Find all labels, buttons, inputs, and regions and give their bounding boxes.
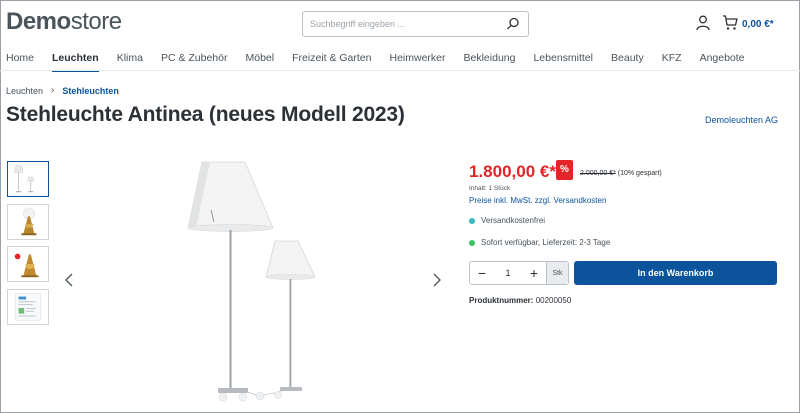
thumbnail-datasheet[interactable] xyxy=(7,289,49,325)
content-info: Inhalt: 1 Stück xyxy=(469,185,511,192)
product-number-value: 00200050 xyxy=(535,296,572,305)
search-input[interactable] xyxy=(303,12,493,36)
main-navigation: Home Leuchten Klima PC & Zubehör Möbel F… xyxy=(6,52,763,72)
breadcrumb-item-leuchten[interactable]: Leuchten xyxy=(6,86,43,96)
discount-badge: % xyxy=(556,160,573,180)
shipping-free-status: Versandkostenfrei xyxy=(469,216,545,225)
gallery-next-arrow-icon[interactable] xyxy=(432,272,442,288)
add-to-cart-button[interactable]: In den Warenkorb xyxy=(574,261,777,285)
product-number-label: Produktnummer: xyxy=(469,296,534,305)
nav-item-heimwerker[interactable]: Heimwerker xyxy=(389,52,445,72)
shipping-free-label: Versandkostenfrei xyxy=(481,216,546,225)
minus-icon[interactable]: − xyxy=(470,262,494,284)
manufacturer-link[interactable]: Demoleuchten AG xyxy=(705,115,778,125)
nav-item-angebote[interactable]: Angebote xyxy=(700,52,745,72)
nav-item-pc-zubehoer[interactable]: PC & Zubehör xyxy=(161,52,228,72)
product-title: Stehleuchte Antinea (neues Modell 2023) xyxy=(6,103,405,126)
breadcrumb-item-current[interactable]: Stehleuchten xyxy=(62,86,119,96)
nav-item-klima[interactable]: Klima xyxy=(117,52,143,72)
cart-icon[interactable] xyxy=(722,14,738,31)
nav-item-beauty[interactable]: Beauty xyxy=(611,52,644,72)
nav-item-lebensmittel[interactable]: Lebensmittel xyxy=(533,52,593,72)
plus-icon[interactable]: + xyxy=(522,262,546,284)
gallery-prev-arrow-icon[interactable] xyxy=(64,272,74,288)
search-icon[interactable] xyxy=(506,17,520,31)
chevron-right-icon: › xyxy=(51,85,55,96)
availability-status: Sofort verfügbar, Lieferzeit: 2-3 Tage xyxy=(469,238,610,247)
store-logo[interactable]: Demostore xyxy=(6,8,122,36)
account-icon[interactable] xyxy=(696,15,710,31)
nav-item-bekleidung[interactable]: Bekleidung xyxy=(464,52,516,72)
quantity-stepper: − 1 + Stk xyxy=(469,261,569,285)
nav-divider xyxy=(0,70,800,71)
product-number: Produktnummer: 00200050 xyxy=(469,296,571,305)
quantity-value[interactable]: 1 xyxy=(494,268,522,278)
product-price: 1.800,00 €* xyxy=(469,162,556,181)
status-dot-icon xyxy=(469,239,475,246)
nav-item-freizeit-garten[interactable]: Freizeit & Garten xyxy=(292,52,371,72)
cart-total[interactable]: 0,00 €* xyxy=(742,19,774,30)
saving-text: (10% gespart) xyxy=(617,170,662,177)
nav-item-kfz[interactable]: KFZ xyxy=(662,52,682,72)
thumbnail-lamp[interactable] xyxy=(7,161,49,197)
product-image[interactable] xyxy=(120,150,370,405)
tax-shipping-link[interactable]: Preise inkl. MwSt. zzgl. Versandkosten xyxy=(469,196,606,205)
strikethrough-price: 2.000,00 €* xyxy=(580,170,616,177)
search-box[interactable] xyxy=(302,11,529,37)
nav-item-leuchten[interactable]: Leuchten xyxy=(52,52,99,72)
thumbnail-tree-2[interactable] xyxy=(7,246,49,282)
thumbnail-tree-1[interactable] xyxy=(7,204,49,240)
nav-item-moebel[interactable]: Möbel xyxy=(246,52,275,72)
old-price: 2.000,00 €* (10% gespart) xyxy=(580,170,662,177)
nav-item-home[interactable]: Home xyxy=(6,52,34,72)
status-dot-icon xyxy=(469,217,475,224)
availability-label: Sofort verfügbar, Lieferzeit: 2-3 Tage xyxy=(481,238,611,247)
quantity-unit: Stk xyxy=(546,262,568,284)
breadcrumb: Leuchten › Stehleuchten xyxy=(6,85,119,96)
